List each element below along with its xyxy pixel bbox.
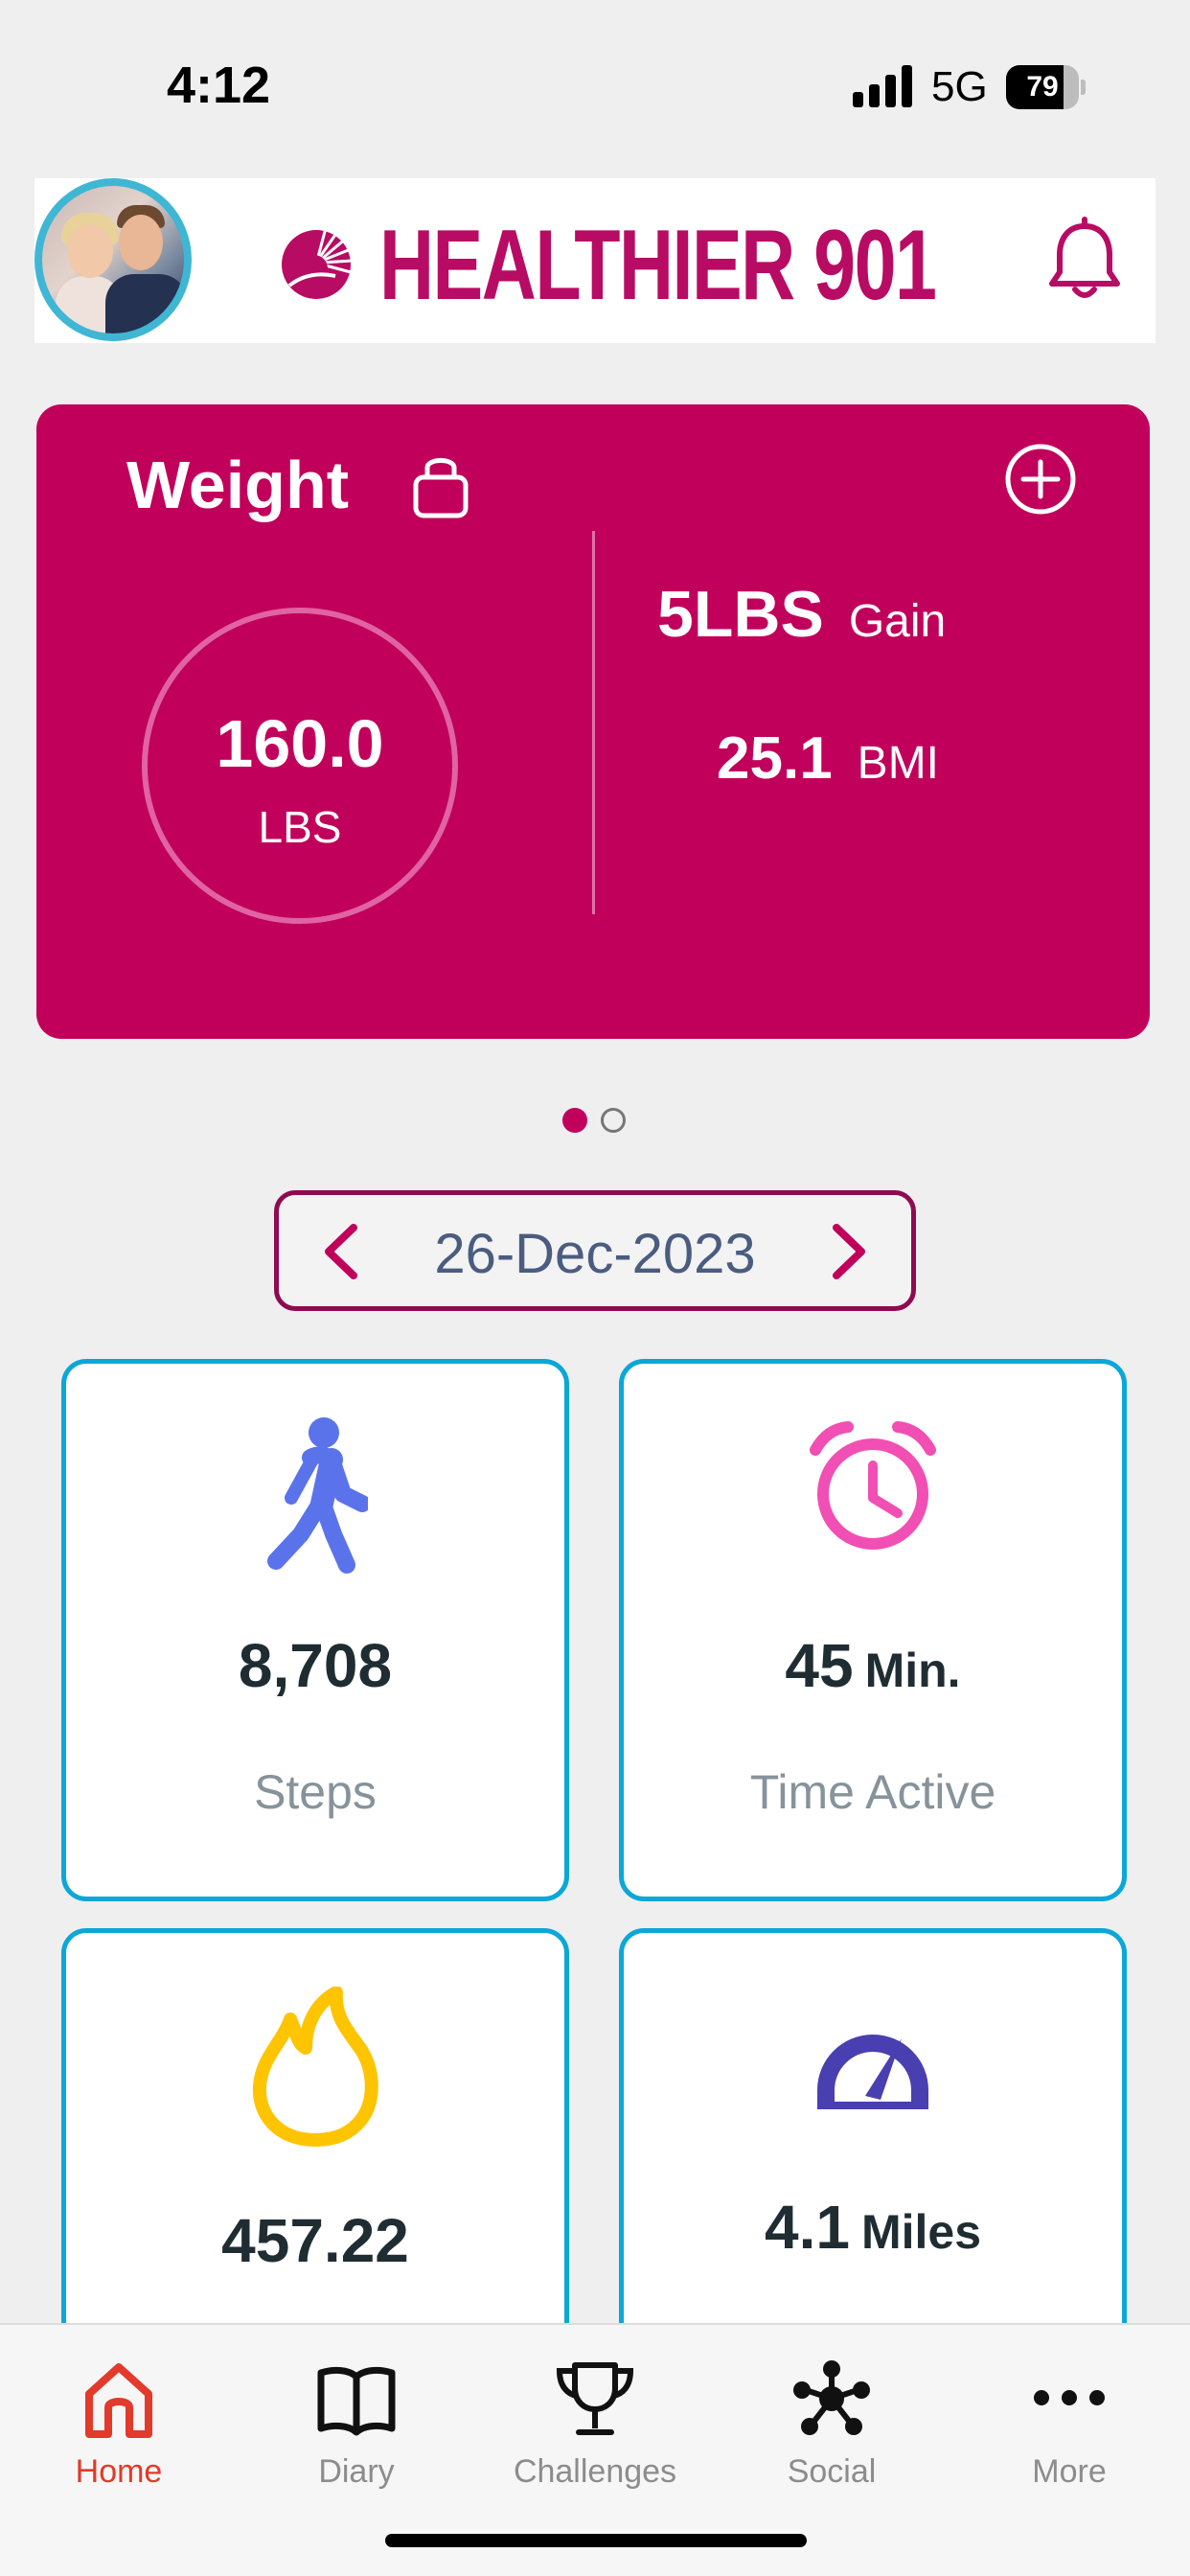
- tab-challenges-label: Challenges: [513, 2453, 677, 2490]
- selected-date[interactable]: 26-Dec-2023: [279, 1222, 911, 1286]
- steps-number: 8,708: [238, 1631, 393, 1700]
- weight-change-label: Gain: [848, 596, 947, 647]
- home-indicator: [385, 2534, 807, 2547]
- brand-name: HEALTHIER 901: [379, 210, 937, 321]
- calories-value: 457.22: [66, 2205, 564, 2276]
- tab-home[interactable]: Home: [13, 2342, 224, 2505]
- time-active-number: 45: [785, 1631, 854, 1700]
- battery-icon: 79: [1006, 65, 1086, 109]
- lock-icon: [413, 458, 469, 518]
- tab-challenges[interactable]: Challenges: [490, 2342, 700, 2505]
- weight-card-title: Weight: [126, 448, 350, 522]
- weight-card[interactable]: Weight 160.0 LBS 5LBS Gain 25.1 BMI: [36, 404, 1150, 1039]
- calories-tile[interactable]: 457.22: [61, 1928, 569, 2350]
- network-type: 5G: [931, 63, 988, 110]
- tab-diary-label: Diary: [318, 2453, 395, 2490]
- brand-logo: HEALTHIER 901: [280, 199, 937, 322]
- walking-person-icon: [267, 1417, 368, 1574]
- home-icon: [85, 2363, 152, 2438]
- tab-more-label: More: [1032, 2453, 1107, 2490]
- network-icon: [793, 2360, 870, 2435]
- app-header: HEALTHIER 901: [34, 178, 1156, 343]
- distance-unit: Miles: [860, 2205, 982, 2259]
- time-active-value: 45 Min.: [624, 1630, 1122, 1701]
- status-bar: 4:12 5G 79: [0, 0, 1190, 172]
- flame-icon: [252, 1987, 378, 2147]
- time-active-unit: Min.: [864, 1644, 961, 1697]
- chevron-right-icon[interactable]: [825, 1220, 873, 1283]
- plus-circle-icon[interactable]: [1004, 443, 1077, 516]
- bell-icon[interactable]: [1046, 217, 1123, 303]
- speedometer-icon: [817, 2035, 928, 2109]
- tab-social[interactable]: Social: [726, 2342, 937, 2505]
- pager-dot-2[interactable]: [601, 1108, 626, 1133]
- calories-number: 457.22: [221, 2206, 409, 2275]
- weight-change-value: 5LBS: [657, 578, 824, 651]
- tab-social-label: Social: [787, 2453, 877, 2490]
- bmi: 25.1 BMI: [717, 724, 939, 793]
- alarm-clock-icon: [810, 1421, 936, 1550]
- card-divider: [592, 531, 595, 914]
- steps-tile[interactable]: 8,708 Steps: [61, 1359, 569, 1901]
- weight-unit: LBS: [258, 802, 342, 852]
- tab-home-label: Home: [75, 2453, 163, 2490]
- time-active-tile[interactable]: 45 Min. Time Active: [619, 1359, 1127, 1901]
- date-selector: 26-Dec-2023: [274, 1190, 916, 1311]
- signal-strength-icon: [853, 65, 914, 107]
- tab-more[interactable]: More: [964, 2342, 1175, 2505]
- battery-level: 79: [1026, 71, 1059, 103]
- steps-value: 8,708: [66, 1630, 564, 1701]
- distance-number: 4.1: [764, 2193, 850, 2262]
- brand-mark-icon: [282, 228, 353, 299]
- bmi-label: BMI: [857, 738, 940, 789]
- weight-change: 5LBS Gain: [657, 577, 946, 652]
- tab-diary[interactable]: Diary: [251, 2342, 462, 2505]
- time-active-label: Time Active: [749, 1765, 996, 1819]
- steps-label: Steps: [254, 1765, 377, 1819]
- status-time: 4:12: [167, 57, 271, 114]
- screen: 4:12 5G 79 HEALTHIER 901 Weight 160.0 LB…: [0, 0, 1190, 2576]
- avatar[interactable]: [34, 178, 192, 341]
- trophy-icon: [556, 2362, 634, 2435]
- bmi-value: 25.1: [717, 725, 833, 792]
- more-dots-icon: [1034, 2390, 1105, 2405]
- distance-value: 4.1 Miles: [624, 2192, 1122, 2263]
- distance-tile[interactable]: 4.1 Miles: [619, 1928, 1127, 2350]
- pager-dot-1[interactable]: [562, 1108, 587, 1133]
- book-icon: [317, 2366, 396, 2436]
- weight-ring: 160.0 LBS: [142, 608, 458, 924]
- weight-value: 160.0: [216, 706, 384, 781]
